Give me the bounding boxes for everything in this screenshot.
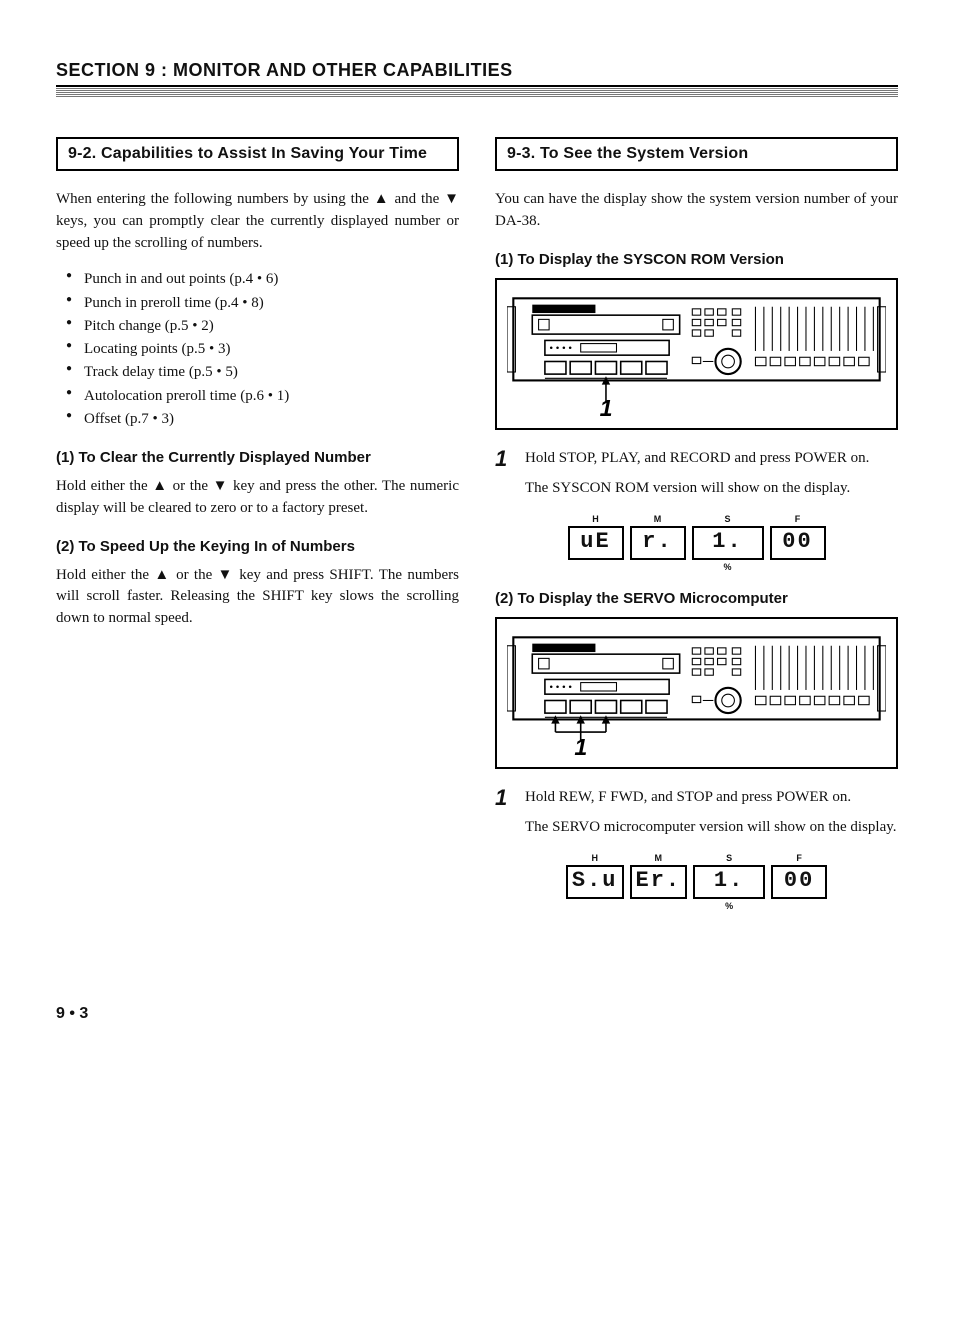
disp-label-pct: % [725, 901, 733, 911]
left-sub2: (2) To Speed Up the Keying In of Numbers [56, 538, 459, 555]
bullet-item: Locating points (p.5 • 3) [84, 338, 459, 361]
left-column: 9-2. Capabilities to Assist In Saving Yo… [56, 137, 459, 925]
svg-text:1: 1 [600, 395, 613, 418]
left-intro: When entering the following numbers by u… [56, 189, 459, 254]
seg-h: S.u [566, 865, 624, 899]
seven-seg-display-2: H S.u M Er. S 1.% F 00 [495, 853, 898, 911]
bullet-item: Punch in and out points (p.4 • 6) [84, 268, 459, 291]
right-sub2: (2) To Display the SERVO Microcomputer [495, 590, 898, 607]
seg-s: 1. [692, 526, 764, 560]
bullets-list: Punch in and out points (p.4 • 6) Punch … [56, 268, 459, 431]
seg-f: 00 [771, 865, 827, 899]
heading-9-3: 9-3. To See the System Version [495, 137, 898, 171]
disp-label-f: F [796, 853, 802, 863]
left-sub1-body: Hold either the ▲ or the ▼ key and press… [56, 476, 459, 520]
left-sub2-body: Hold either the ▲ or the ▼ key and press… [56, 565, 459, 630]
step2-result: The SERVO microcomputer version will sho… [525, 817, 898, 839]
disp-label-f: F [795, 514, 801, 524]
disp-label-m: M [654, 514, 662, 524]
right-intro: You can have the display show the system… [495, 189, 898, 233]
disp-label-s: S [724, 514, 730, 524]
step1-result: The SYSCON ROM version will show on the … [525, 478, 898, 500]
step-number: 1 [495, 787, 513, 809]
bullet-item: Track delay time (p.5 • 5) [84, 361, 459, 384]
right-sub1: (1) To Display the SYSCON ROM Version [495, 251, 898, 268]
device-illustration-1: 1 [495, 278, 898, 430]
seg-f: 00 [770, 526, 826, 560]
seg-s: 1. [693, 865, 765, 899]
disp-label-h: H [591, 853, 598, 863]
header-rule [56, 87, 898, 97]
bullet-item: Autolocation preroll time (p.6 • 1) [84, 385, 459, 408]
step-1b: 1 Hold REW, F FWD, and STOP and press PO… [495, 787, 898, 809]
section-header: SECTION 9 : MONITOR AND OTHER CAPABILITI… [56, 60, 898, 87]
disp-label-m: M [655, 853, 663, 863]
bullet-item: Pitch change (p.5 • 2) [84, 315, 459, 338]
seg-m: Er. [630, 865, 688, 899]
seg-h: uE [568, 526, 624, 560]
step-text: Hold STOP, PLAY, and RECORD and press PO… [525, 448, 869, 470]
step-1a: 1 Hold STOP, PLAY, and RECORD and press … [495, 448, 898, 470]
step-number: 1 [495, 448, 513, 470]
device-illustration-2: 1 [495, 617, 898, 769]
da38-front-panel-icon: 1 [507, 292, 886, 418]
svg-text:1: 1 [574, 734, 587, 757]
disp-label-h: H [592, 514, 599, 524]
heading-9-2: 9-2. Capabilities to Assist In Saving Yo… [56, 137, 459, 171]
disp-label-pct: % [723, 562, 731, 572]
seg-m: r. [630, 526, 686, 560]
bullet-item: Offset (p.7 • 3) [84, 408, 459, 431]
page-number: 9 • 3 [56, 1005, 898, 1023]
bullet-item: Punch in preroll time (p.4 • 8) [84, 292, 459, 315]
seven-seg-display-1: HuE Mr. S 1.% F 00 [495, 514, 898, 572]
right-column: 9-3. To See the System Version You can h… [495, 137, 898, 925]
disp-label-s: S [726, 853, 732, 863]
left-sub1: (1) To Clear the Currently Displayed Num… [56, 449, 459, 466]
step-text: Hold REW, F FWD, and STOP and press POWE… [525, 787, 851, 809]
da38-front-panel-icon: 1 [507, 631, 886, 757]
